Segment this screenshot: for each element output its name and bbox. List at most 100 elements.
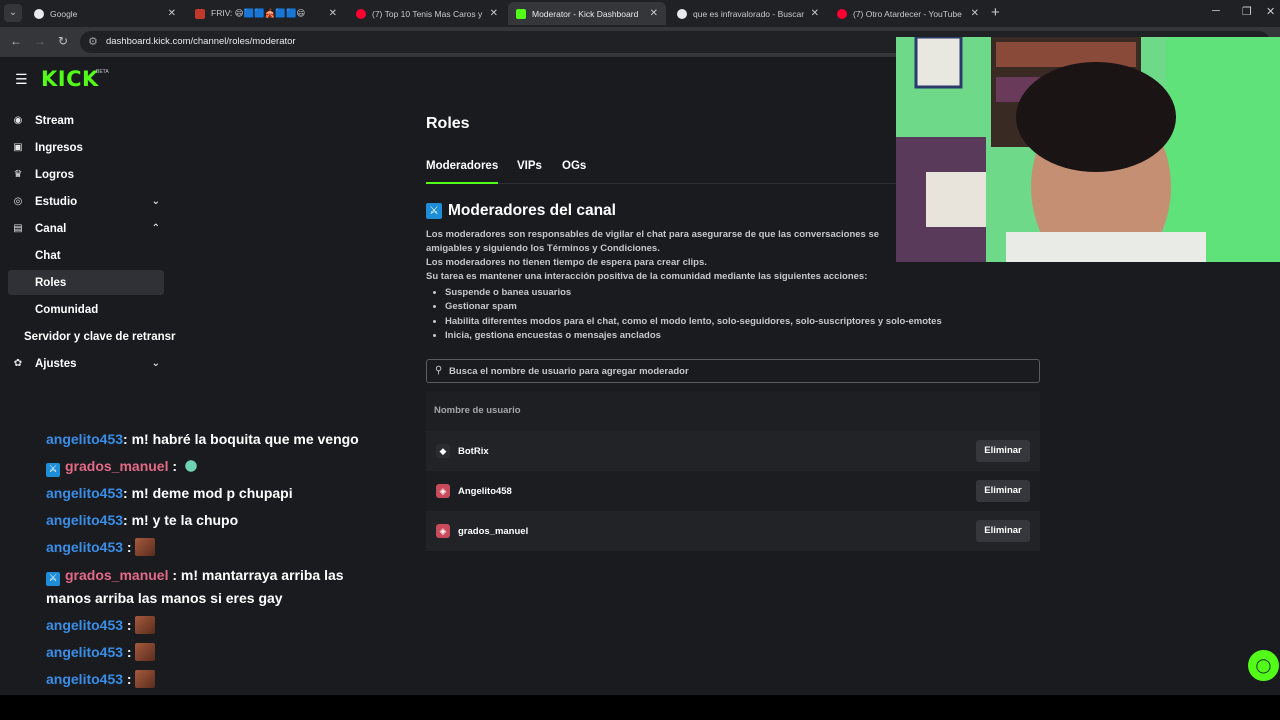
sidebar-item-canal[interactable]: ▤ Canal ⌃: [8, 216, 164, 241]
page-title: Roles: [426, 115, 470, 132]
channel-icon: ▤: [13, 223, 23, 234]
chat-username: angelito453: [46, 485, 124, 501]
chat-message: angelito453: m! y te la chupo: [46, 512, 239, 528]
chat-message: ⚔ grados_manuel :: [46, 455, 201, 478]
menu-icon[interactable]: ☰: [15, 72, 28, 86]
chevron-up-icon: ⌃: [151, 223, 160, 234]
botrix-avatar: ◆: [436, 444, 450, 458]
section-title: ⚔ Moderadores del canal: [426, 202, 616, 220]
chat-message: angelito453: m! deme mod p chupapi: [46, 485, 293, 501]
back-icon[interactable]: ←: [10, 34, 22, 48]
youtube-favicon-icon: [356, 8, 366, 19]
close-tab-icon[interactable]: ✕: [650, 8, 658, 19]
browser-tab-active[interactable]: Moderator - Kick Dashboard ✕: [508, 2, 666, 25]
sidebar-subitem-roles[interactable]: Roles: [8, 270, 164, 295]
bottom-strip: [0, 695, 1280, 720]
browser-tab[interactable]: que es infravalorado - Buscar c ✕: [669, 2, 827, 25]
chevron-down-icon: ⌄: [151, 196, 160, 207]
sidebar-subitem-chat[interactable]: Chat: [8, 243, 164, 268]
minimize-icon[interactable]: ─: [1212, 5, 1220, 17]
remove-button[interactable]: Eliminar: [976, 480, 1030, 502]
sidebar-item-logros[interactable]: ♛ Logros: [8, 162, 164, 187]
emote-icon: [180, 457, 201, 475]
wallet-icon: ▣: [13, 142, 23, 153]
sidebar-item-ajustes[interactable]: ✿ Ajustes ⌄: [8, 351, 164, 376]
add-moderator-search[interactable]: ⚲: [426, 359, 1040, 383]
site-info-icon[interactable]: ⚙: [88, 35, 98, 48]
sidebar-subitem-servidor[interactable]: Servidor y clave de retransr: [8, 324, 178, 349]
chat-username: angelito453: [46, 539, 124, 555]
tab-search-button[interactable]: ⌄: [4, 4, 22, 22]
username: Angelito458: [458, 485, 512, 497]
tab-ogs[interactable]: OGs: [562, 160, 586, 182]
moderator-badge-icon: ⚔: [46, 463, 60, 477]
sidebar-item-estudio[interactable]: ◎ Estudio ⌄: [8, 189, 164, 214]
trophy-icon: ♛: [13, 169, 23, 180]
google-favicon-icon: [677, 8, 687, 19]
tab-moderadores[interactable]: Moderadores: [426, 160, 499, 184]
table-header: Nombre de usuario: [426, 391, 1040, 431]
help-chat-button[interactable]: ◯: [1248, 650, 1279, 681]
new-tab-button[interactable]: +: [991, 4, 1000, 21]
browser-tab[interactable]: Google ✕: [26, 2, 184, 25]
forward-icon[interactable]: →: [34, 34, 46, 48]
maximize-icon[interactable]: ❐: [1242, 5, 1252, 18]
emote-icon: [135, 538, 156, 556]
close-tab-icon[interactable]: ✕: [490, 8, 498, 19]
webcam-overlay: [896, 37, 1280, 262]
table-row: ◈ Angelito458 Eliminar: [426, 471, 1040, 511]
table-row: ◆ BotRix Eliminar: [426, 431, 1040, 471]
sidebar-item-stream[interactable]: ◉ Stream: [8, 108, 164, 133]
chat-message: angelito453 :: [46, 641, 156, 664]
chat-username: angelito453: [46, 617, 124, 633]
moderator-actions-list: Suspende o banea usuarios Gestionar spam…: [445, 286, 942, 343]
search-input[interactable]: [449, 363, 1029, 379]
chat-username: angelito453: [46, 671, 124, 687]
sword-icon: ⚔: [426, 203, 442, 219]
list-item: Gestionar spam: [445, 300, 942, 314]
browser-tab[interactable]: FRIV: 😄🟦🟦🎪🟦🟦😄 ✕: [187, 2, 345, 25]
table-row: ◈ grados_manuel Eliminar: [426, 511, 1040, 551]
chat-username: grados_manuel: [65, 567, 169, 583]
remove-button[interactable]: Eliminar: [976, 520, 1030, 542]
reload-icon[interactable]: ↻: [58, 34, 68, 48]
emote-icon: [135, 643, 156, 661]
list-item: Inicia, gestiona encuestas o mensajes an…: [445, 329, 942, 343]
chat-message: angelito453 :: [46, 668, 156, 691]
chevron-down-icon: ⌄: [151, 358, 160, 369]
emote-icon: [135, 616, 156, 634]
close-tab-icon[interactable]: ✕: [329, 8, 337, 19]
studio-icon: ◎: [13, 196, 23, 207]
browser-tab[interactable]: (7) Top 10 Tenis Mas Caros y Ex ✕: [348, 2, 506, 25]
sidebar-subitem-comunidad[interactable]: Comunidad: [8, 297, 164, 322]
chat-message: ⚔ grados_manuel : m! mantarraya arriba la…: [46, 567, 344, 606]
gear-icon: ✿: [13, 358, 23, 369]
username: BotRix: [458, 445, 489, 457]
kick-favicon-icon: [516, 8, 526, 19]
tab-vips[interactable]: VIPs: [517, 160, 542, 182]
chat-message: angelito453 :: [46, 614, 156, 637]
beta-badge: BETA: [96, 69, 109, 75]
moderator-badge-icon: ⚔: [46, 572, 60, 586]
chat-username: grados_manuel: [65, 458, 169, 474]
youtube-favicon-icon: [837, 8, 847, 19]
roles-tabs: Moderadores VIPs OGs: [426, 160, 896, 184]
user-avatar: ◈: [436, 484, 450, 498]
webcam-image: [896, 37, 1280, 262]
chat-message: angelito453: m! habré la boquita que me …: [46, 431, 359, 447]
close-window-icon[interactable]: ✕: [1266, 5, 1275, 18]
close-tab-icon[interactable]: ✕: [168, 8, 176, 19]
friv-favicon-icon: [195, 8, 205, 19]
sidebar-item-ingresos[interactable]: ▣ Ingresos: [8, 135, 164, 160]
close-tab-icon[interactable]: ✕: [971, 8, 979, 19]
kick-logo[interactable]: KICK: [41, 67, 99, 91]
emote-icon: [135, 670, 156, 688]
chat-message: angelito453 :: [46, 536, 156, 559]
browser-tab[interactable]: (7) Otro Atardecer - YouTube ✕: [829, 2, 987, 25]
close-tab-icon[interactable]: ✕: [811, 8, 819, 19]
google-favicon-icon: [34, 8, 44, 19]
username: grados_manuel: [458, 525, 529, 537]
chat-username: angelito453: [46, 512, 124, 528]
user-avatar: ◈: [436, 524, 450, 538]
remove-button[interactable]: Eliminar: [976, 440, 1030, 462]
